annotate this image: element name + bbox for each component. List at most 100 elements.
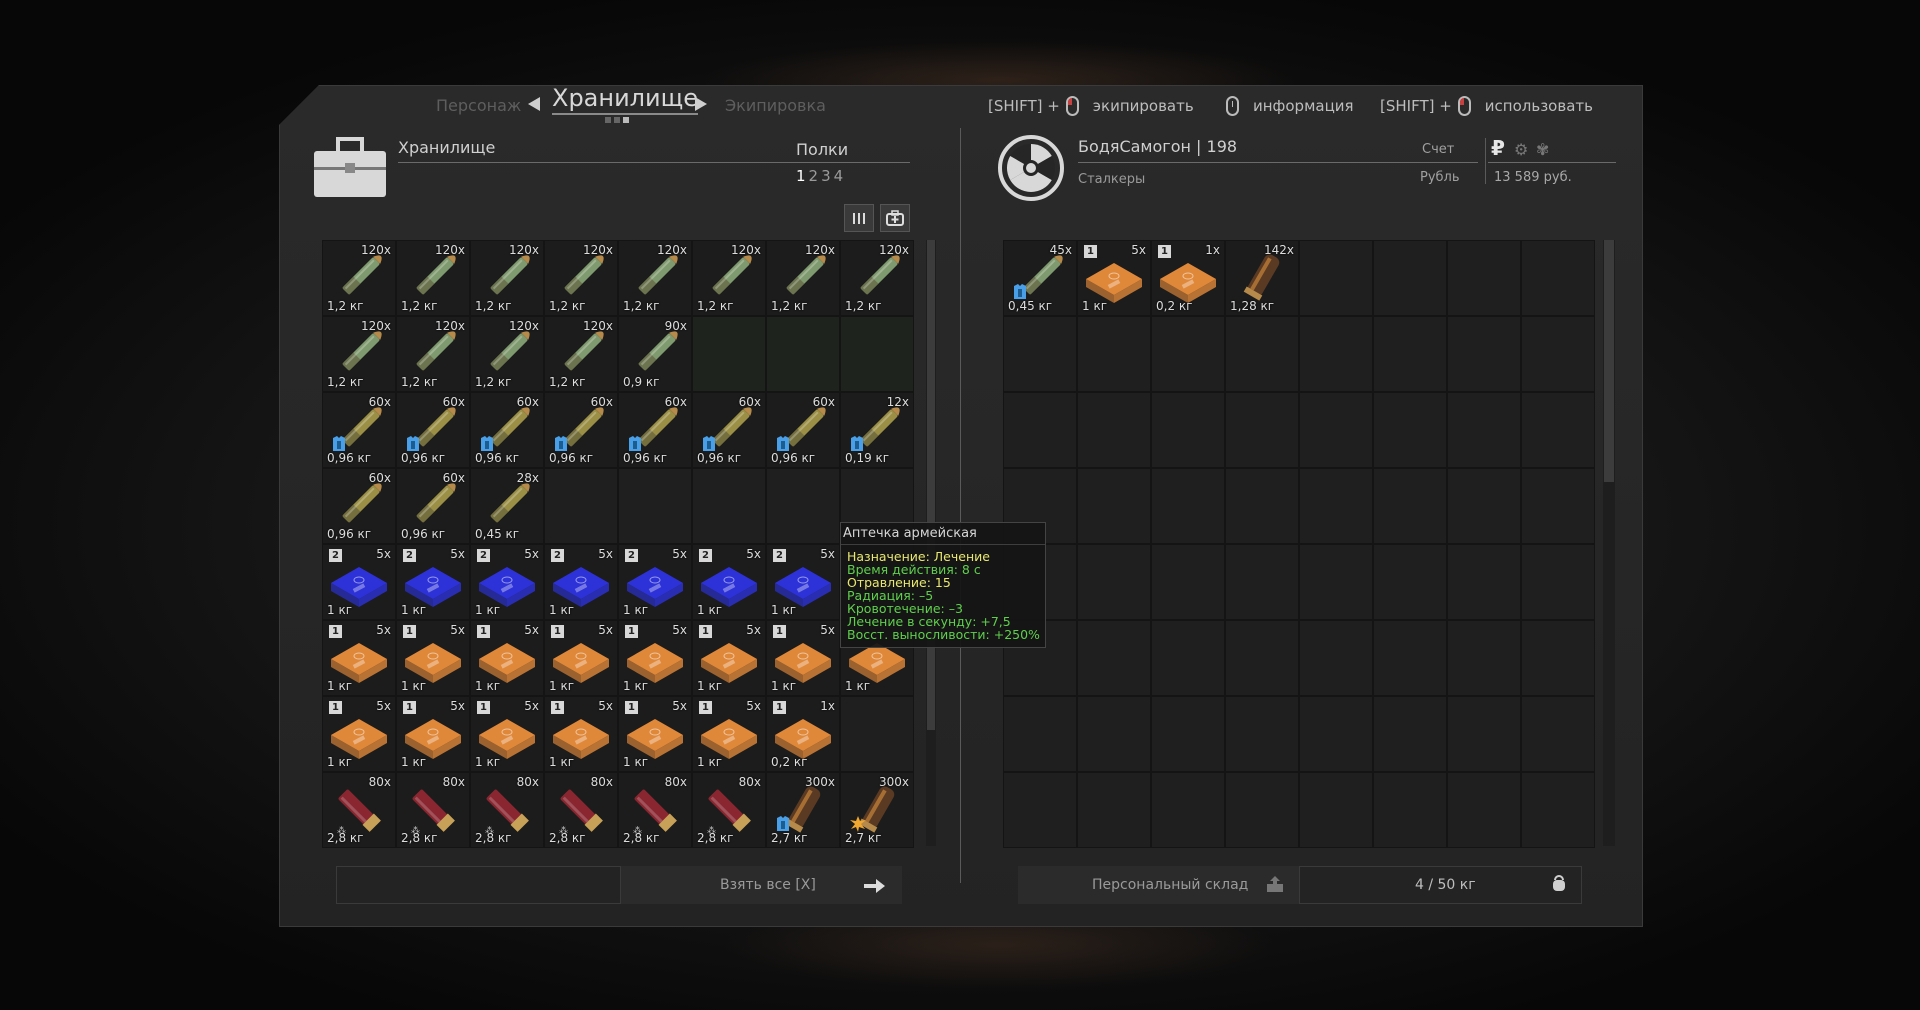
inventory-item[interactable]: 120x 1,2 кг — [766, 240, 840, 316]
empty-slot[interactable] — [1077, 544, 1151, 620]
empty-slot[interactable] — [1299, 544, 1373, 620]
inventory-item[interactable]: 120x 1,2 кг — [322, 240, 396, 316]
inventory-item[interactable]: 120x 1,2 кг — [618, 240, 692, 316]
inventory-item[interactable]: 1 5x 1 кг — [692, 620, 766, 696]
empty-slot[interactable] — [1003, 316, 1077, 392]
inventory-item[interactable]: 2 5x 1 кг — [396, 544, 470, 620]
inventory-item[interactable]: 2 5x 1 кг — [470, 544, 544, 620]
inventory-item[interactable]: 28x 0,45 кг — [470, 468, 544, 544]
inventory-item[interactable]: 60x 0,96 кг — [322, 392, 396, 468]
inventory-item[interactable]: 90x 0,9 кг — [618, 316, 692, 392]
empty-slot[interactable] — [1077, 620, 1151, 696]
inventory-item[interactable]: 60x 0,96 кг — [766, 392, 840, 468]
inventory-item[interactable]: 60x 0,96 кг — [544, 392, 618, 468]
empty-slot[interactable] — [1373, 468, 1447, 544]
empty-slot[interactable] — [1003, 696, 1077, 772]
empty-slot[interactable] — [1151, 696, 1225, 772]
inventory-item[interactable]: 60x 0,96 кг — [470, 392, 544, 468]
empty-slot[interactable] — [1225, 468, 1299, 544]
empty-slot[interactable] — [692, 468, 766, 544]
shelf-2[interactable]: 2 — [809, 167, 819, 185]
filter-medkit-button[interactable] — [880, 204, 910, 232]
inventory-item[interactable]: 60x 0,96 кг — [618, 392, 692, 468]
empty-slot[interactable] — [1521, 696, 1595, 772]
inventory-item[interactable]: 1 5x 1 кг — [396, 696, 470, 772]
inventory-item[interactable]: 120x 1,2 кг — [322, 316, 396, 392]
inventory-item[interactable]: 1 5x 1 кг — [692, 696, 766, 772]
empty-slot[interactable] — [1521, 316, 1595, 392]
inventory-item[interactable]: 60x 0,96 кг — [396, 392, 470, 468]
inventory-item[interactable]: 120x 1,2 кг — [470, 316, 544, 392]
inventory-item[interactable]: 2 5x 1 кг — [544, 544, 618, 620]
empty-slot[interactable] — [618, 468, 692, 544]
inventory-item[interactable]: 120x 1,2 кг — [544, 240, 618, 316]
empty-slot[interactable] — [1373, 696, 1447, 772]
empty-slot[interactable] — [1373, 772, 1447, 848]
empty-slot[interactable] — [1003, 392, 1077, 468]
empty-slot[interactable] — [1373, 240, 1447, 316]
inventory-item[interactable]: 1 5x 1 кг — [396, 620, 470, 696]
empty-slot[interactable] — [1077, 696, 1151, 772]
inventory-item[interactable]: 1 1x 0,2 кг — [766, 696, 840, 772]
empty-slot[interactable] — [1447, 240, 1521, 316]
empty-slot[interactable] — [1447, 772, 1521, 848]
gear-currency-icon[interactable]: ⚙ — [1514, 140, 1528, 159]
empty-slot[interactable] — [692, 316, 766, 392]
empty-slot[interactable] — [766, 468, 840, 544]
inventory-item[interactable]: 142x 1,28 кг — [1225, 240, 1299, 316]
nav-prev-arrow-icon[interactable] — [528, 97, 540, 111]
empty-slot[interactable] — [1151, 468, 1225, 544]
inventory-item[interactable]: 300x 2,7 кг — [840, 772, 914, 848]
inventory-item[interactable]: 12x 0,19 кг — [840, 392, 914, 468]
shelf-3[interactable]: 3 — [821, 167, 831, 185]
inventory-item[interactable]: 2 5x 1 кг — [618, 544, 692, 620]
empty-slot[interactable] — [1225, 392, 1299, 468]
inventory-item[interactable]: ⁂ 80x 2,8 кг — [544, 772, 618, 848]
empty-slot[interactable] — [1447, 696, 1521, 772]
empty-slot[interactable] — [1299, 696, 1373, 772]
empty-slot[interactable] — [1373, 316, 1447, 392]
tab-character[interactable]: Персонаж — [436, 96, 521, 115]
empty-slot[interactable] — [1299, 392, 1373, 468]
inventory-item[interactable]: ⁂ 80x 2,8 кг — [470, 772, 544, 848]
empty-slot[interactable] — [1151, 620, 1225, 696]
empty-slot[interactable] — [1225, 772, 1299, 848]
inventory-item[interactable]: 1 5x 1 кг — [470, 620, 544, 696]
shelf-1[interactable]: 1 — [796, 167, 806, 185]
empty-slot[interactable] — [1151, 772, 1225, 848]
empty-slot[interactable] — [766, 316, 840, 392]
ruble-icon[interactable]: ₽ — [1491, 136, 1505, 160]
backpack-scrollbar[interactable] — [1603, 240, 1615, 846]
inventory-item[interactable]: 120x 1,2 кг — [396, 316, 470, 392]
inventory-item[interactable]: 1 5x 1 кг — [322, 696, 396, 772]
empty-slot[interactable] — [1521, 240, 1595, 316]
empty-slot[interactable] — [1447, 316, 1521, 392]
empty-slot[interactable] — [840, 316, 914, 392]
empty-slot[interactable] — [1077, 772, 1151, 848]
inventory-item[interactable]: 60x 0,96 кг — [692, 392, 766, 468]
empty-slot[interactable] — [1521, 468, 1595, 544]
empty-slot[interactable] — [1151, 316, 1225, 392]
empty-slot[interactable] — [1299, 468, 1373, 544]
empty-slot[interactable] — [1447, 620, 1521, 696]
empty-slot[interactable] — [1299, 316, 1373, 392]
inventory-item[interactable]: 1 5x 1 кг — [766, 620, 840, 696]
empty-slot[interactable] — [1225, 696, 1299, 772]
inventory-item[interactable]: 120x 1,2 кг — [692, 240, 766, 316]
empty-slot[interactable] — [1299, 620, 1373, 696]
inventory-item[interactable]: ⁂ 80x 2,8 кг — [322, 772, 396, 848]
nav-next-arrow-icon[interactable] — [695, 97, 707, 111]
inventory-item[interactable]: 1 1x 0,2 кг — [1151, 240, 1225, 316]
empty-slot[interactable] — [1521, 620, 1595, 696]
inventory-item[interactable]: 45x 0,45 кг — [1003, 240, 1077, 316]
inventory-item[interactable]: 1 5x 1 кг — [618, 696, 692, 772]
empty-slot[interactable] — [1077, 316, 1151, 392]
inventory-item[interactable]: ⁂ 80x 2,8 кг — [692, 772, 766, 848]
empty-slot[interactable] — [1373, 392, 1447, 468]
inventory-item[interactable]: 120x 1,2 кг — [544, 316, 618, 392]
empty-slot[interactable] — [1077, 468, 1151, 544]
empty-slot[interactable] — [1447, 468, 1521, 544]
empty-slot[interactable] — [1225, 620, 1299, 696]
inventory-item[interactable]: 1 5x 1 кг — [470, 696, 544, 772]
inventory-item[interactable]: 2 5x 1 кг — [766, 544, 840, 620]
